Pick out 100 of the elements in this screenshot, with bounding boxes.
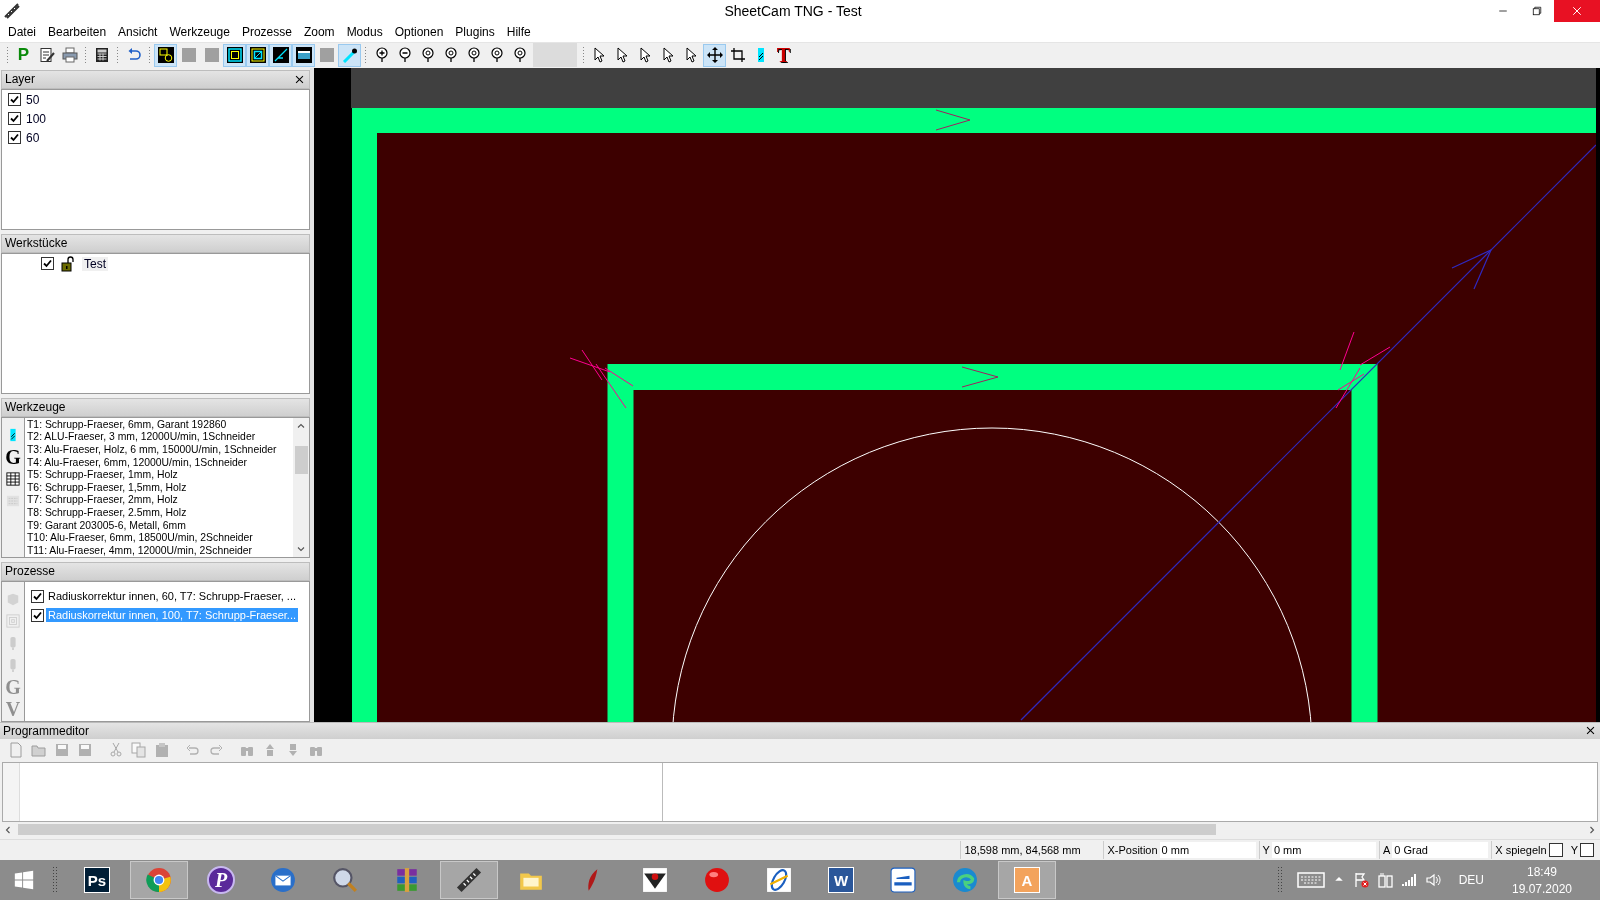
menu-item[interactable]: Datei (2, 24, 42, 39)
menu-item[interactable]: Werkzeuge (163, 24, 236, 39)
direction-chevron (935, 109, 971, 131)
magnifier-pin-icon (488, 47, 505, 64)
tool-list-item[interactable]: T9: Garant 203005-6, Metall, 6mm (27, 519, 291, 533)
close-icon (1571, 5, 1583, 17)
menu-item[interactable]: Modus (340, 24, 389, 39)
menu-item[interactable]: Optionen (388, 24, 450, 39)
tool-list-item[interactable]: T2: ALU-Fraeser, 3 mm, 12000U/min, 1Schneider (27, 431, 291, 444)
tool-list-item[interactable]: T11: Alu-Fraeser, 4mm, 12000U/min, 2Schneider (27, 544, 291, 557)
app-logo-icon (4, 3, 20, 19)
keyboard-icon (1296, 870, 1325, 890)
taskbar-button[interactable] (440, 861, 498, 899)
orbit-icon (766, 867, 792, 893)
app-logo-tile: Ps (84, 867, 110, 893)
tool-list-item[interactable]: T1: Schrupp-Fraeser, 6mm, Garant 192860 (27, 418, 291, 432)
cube-icon (6, 591, 20, 606)
panel-title: Layer (5, 72, 36, 87)
magnifier-pin-icon (511, 47, 528, 64)
toolbar-button[interactable] (292, 43, 315, 67)
scrollbar-thumb[interactable] (18, 824, 1216, 836)
panel-title: Werkzeuge (5, 400, 66, 415)
checkbox[interactable] (31, 589, 44, 603)
swirl-logo-icon (952, 867, 978, 893)
checkbox[interactable] (1548, 843, 1563, 858)
signal-bars-icon (1400, 872, 1417, 888)
magnifier-pin-icon (465, 47, 482, 64)
magnifier-icon (332, 867, 358, 893)
windows-logo-icon (13, 869, 35, 891)
workpiece-label[interactable]: Test (82, 256, 108, 271)
menu-item[interactable]: Prozesse (235, 24, 298, 39)
taskbar-button[interactable]: P (192, 861, 250, 899)
tool-list-item[interactable]: T3: Alu-Fraeser, Holz, 6 mm, 15000U/min, 1Schneider (27, 443, 291, 457)
paste-icon (153, 742, 170, 759)
checkbox-label: Y (1570, 844, 1578, 857)
side-letter-button[interactable]: G (3, 447, 23, 466)
book-stack-icon (394, 867, 420, 893)
close-icon (294, 73, 305, 85)
tool-list-item[interactable]: T10: Alu-Fraeser, 6mm, 18500U/min, 2Schneider (27, 532, 291, 545)
new-file-icon (7, 742, 24, 759)
menu-item[interactable]: Hilfe (500, 24, 537, 39)
close-button[interactable] (294, 73, 305, 85)
field-label: A (1382, 844, 1391, 857)
checkbox[interactable] (8, 93, 21, 107)
table-icon (6, 471, 20, 486)
menu-item[interactable]: Bearbeiten (42, 24, 113, 39)
scrollbar-thumb[interactable] (294, 446, 308, 475)
copy-icon (130, 742, 147, 759)
layer-label: 100 (26, 111, 47, 126)
input-field[interactable]: 0 mm (1159, 842, 1256, 859)
speaker-icon (1424, 872, 1441, 888)
toolbar-button[interactable] (223, 43, 246, 67)
checkbox[interactable] (41, 257, 54, 271)
side-button[interactable] (3, 469, 23, 488)
toolbar-button[interactable] (154, 43, 177, 67)
scissors-icon (107, 742, 124, 759)
layer-label: 60 (26, 130, 40, 145)
toolbar-button[interactable] (246, 43, 269, 67)
zoom-out-icon (396, 47, 413, 64)
tool-list-item[interactable]: T5: Schrupp-Fraeser, 1mm, Holz (27, 469, 291, 482)
checkbox[interactable] (1580, 843, 1594, 858)
diagonal-line-icon (272, 47, 289, 64)
input-field[interactable]: 0 Grad (1392, 842, 1489, 859)
layer-label: 50 (26, 92, 40, 107)
toolbar-button[interactable] (269, 43, 292, 67)
toolbar-letter-button[interactable]: T (772, 43, 795, 67)
taskbar-button[interactable]: Ps (68, 861, 126, 899)
save-icon (53, 742, 70, 759)
tool-list-item[interactable]: T6: Schrupp-Fraeser, 1,5mm, Holz (27, 481, 291, 495)
checkbox[interactable] (8, 131, 21, 145)
taskbar-button[interactable]: W (812, 861, 870, 899)
toolbar-button[interactable] (338, 43, 361, 67)
toolbar-letter-button[interactable]: P (12, 43, 35, 67)
panel-title: Prozesse (5, 564, 56, 579)
input-field[interactable]: 0 mm (1271, 842, 1376, 859)
panel-title: Werkstücke (5, 236, 68, 251)
shapes-icon (157, 47, 174, 64)
scrollbar[interactable] (293, 417, 309, 557)
toolbar-button[interactable] (703, 43, 726, 67)
close-button[interactable] (1585, 725, 1596, 737)
tool-list-item[interactable]: T7: Schrupp-Fraeser, 2mm, Holz (27, 494, 291, 507)
menu-item[interactable]: Plugins (449, 24, 501, 39)
corner-marker (569, 349, 634, 409)
menu-item[interactable]: Zoom (297, 24, 341, 39)
app-logo-tile: W (828, 867, 854, 893)
close-icon (1585, 725, 1596, 737)
tool-list-item[interactable]: T8: Schrupp-Fraeser, 2.5mm, Holz (27, 506, 291, 520)
field-label: X-Position (1107, 844, 1158, 857)
square-icon (318, 47, 335, 64)
process-item[interactable]: Radiuskorrektur innen, 60, T7: Schrupp-Fraeser, ... (46, 589, 299, 604)
checkbox[interactable] (8, 112, 21, 126)
calculator-icon (93, 47, 110, 64)
tool-list-item[interactable]: T4: Alu-Fraeser, 6mm, 12000U/min, 1Schneider (27, 456, 291, 470)
panel-title: Programmeditor (3, 723, 90, 738)
checkbox-label: X spiegeln (1495, 844, 1547, 857)
stapler-icon (890, 867, 916, 893)
checkbox[interactable] (31, 608, 44, 622)
stylus-icon (341, 47, 358, 64)
magnifier-pin-icon (442, 47, 459, 64)
menu-item[interactable]: Ansicht (112, 24, 164, 39)
